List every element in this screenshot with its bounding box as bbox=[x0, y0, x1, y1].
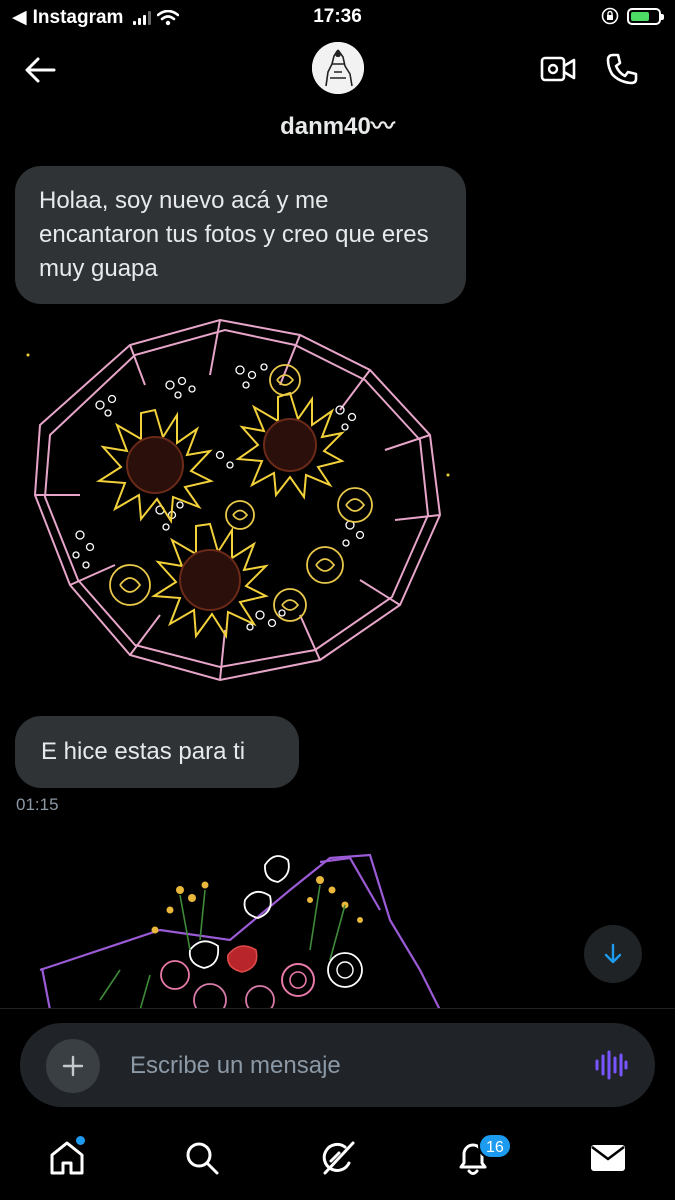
arrow-down-icon bbox=[604, 943, 622, 964]
message-timestamp: 01:15 bbox=[16, 795, 59, 814]
avatar[interactable] bbox=[312, 42, 364, 94]
orientation-lock-icon bbox=[601, 7, 619, 25]
composer-area bbox=[0, 1008, 675, 1121]
avatar-illustration bbox=[312, 42, 364, 94]
battery-icon bbox=[627, 7, 664, 25]
back-button[interactable] bbox=[22, 52, 58, 88]
tab-grok[interactable] bbox=[318, 1138, 358, 1178]
back-arrow-icon bbox=[25, 57, 56, 83]
message-input[interactable] bbox=[128, 1023, 572, 1109]
search-icon bbox=[186, 1142, 219, 1175]
flower-bouquet-drawing[interactable] bbox=[20, 315, 450, 685]
mail-icon bbox=[591, 1145, 625, 1171]
phone-icon bbox=[606, 53, 638, 85]
bottom-tab-bar: 16 bbox=[0, 1120, 675, 1200]
video-call-icon bbox=[540, 56, 576, 82]
phone-call-button[interactable] bbox=[604, 50, 640, 88]
message-bubble[interactable]: Holaa, soy nuevo acá y me encantaron tus… bbox=[15, 166, 466, 304]
voice-message-button[interactable] bbox=[593, 1047, 629, 1083]
scroll-to-bottom-button[interactable] bbox=[584, 925, 642, 983]
conversation-username[interactable]: danm40〰 bbox=[0, 106, 675, 141]
status-bar: ◀ Instagram 17:36 bbox=[0, 0, 675, 34]
message-composer bbox=[20, 1023, 655, 1109]
voice-wave-icon bbox=[595, 1050, 628, 1080]
clock: 17:36 bbox=[313, 6, 362, 27]
tab-search[interactable] bbox=[182, 1138, 222, 1178]
message-bubble[interactable]: E hice estas para ti bbox=[15, 716, 299, 788]
home-unread-dot bbox=[76, 1136, 85, 1145]
grok-icon bbox=[322, 1141, 355, 1175]
conversation-header: danm40〰 bbox=[0, 34, 675, 150]
notifications-badge: 16 bbox=[478, 1133, 512, 1159]
add-media-button[interactable] bbox=[46, 1039, 100, 1093]
tab-messages[interactable] bbox=[588, 1138, 628, 1178]
plus-icon bbox=[62, 1055, 84, 1077]
flower-bouquet-drawing-2[interactable] bbox=[30, 850, 450, 1008]
message-list[interactable]: Holaa, soy nuevo acá y me encantaron tus… bbox=[0, 150, 675, 1008]
video-call-button[interactable] bbox=[539, 52, 577, 86]
